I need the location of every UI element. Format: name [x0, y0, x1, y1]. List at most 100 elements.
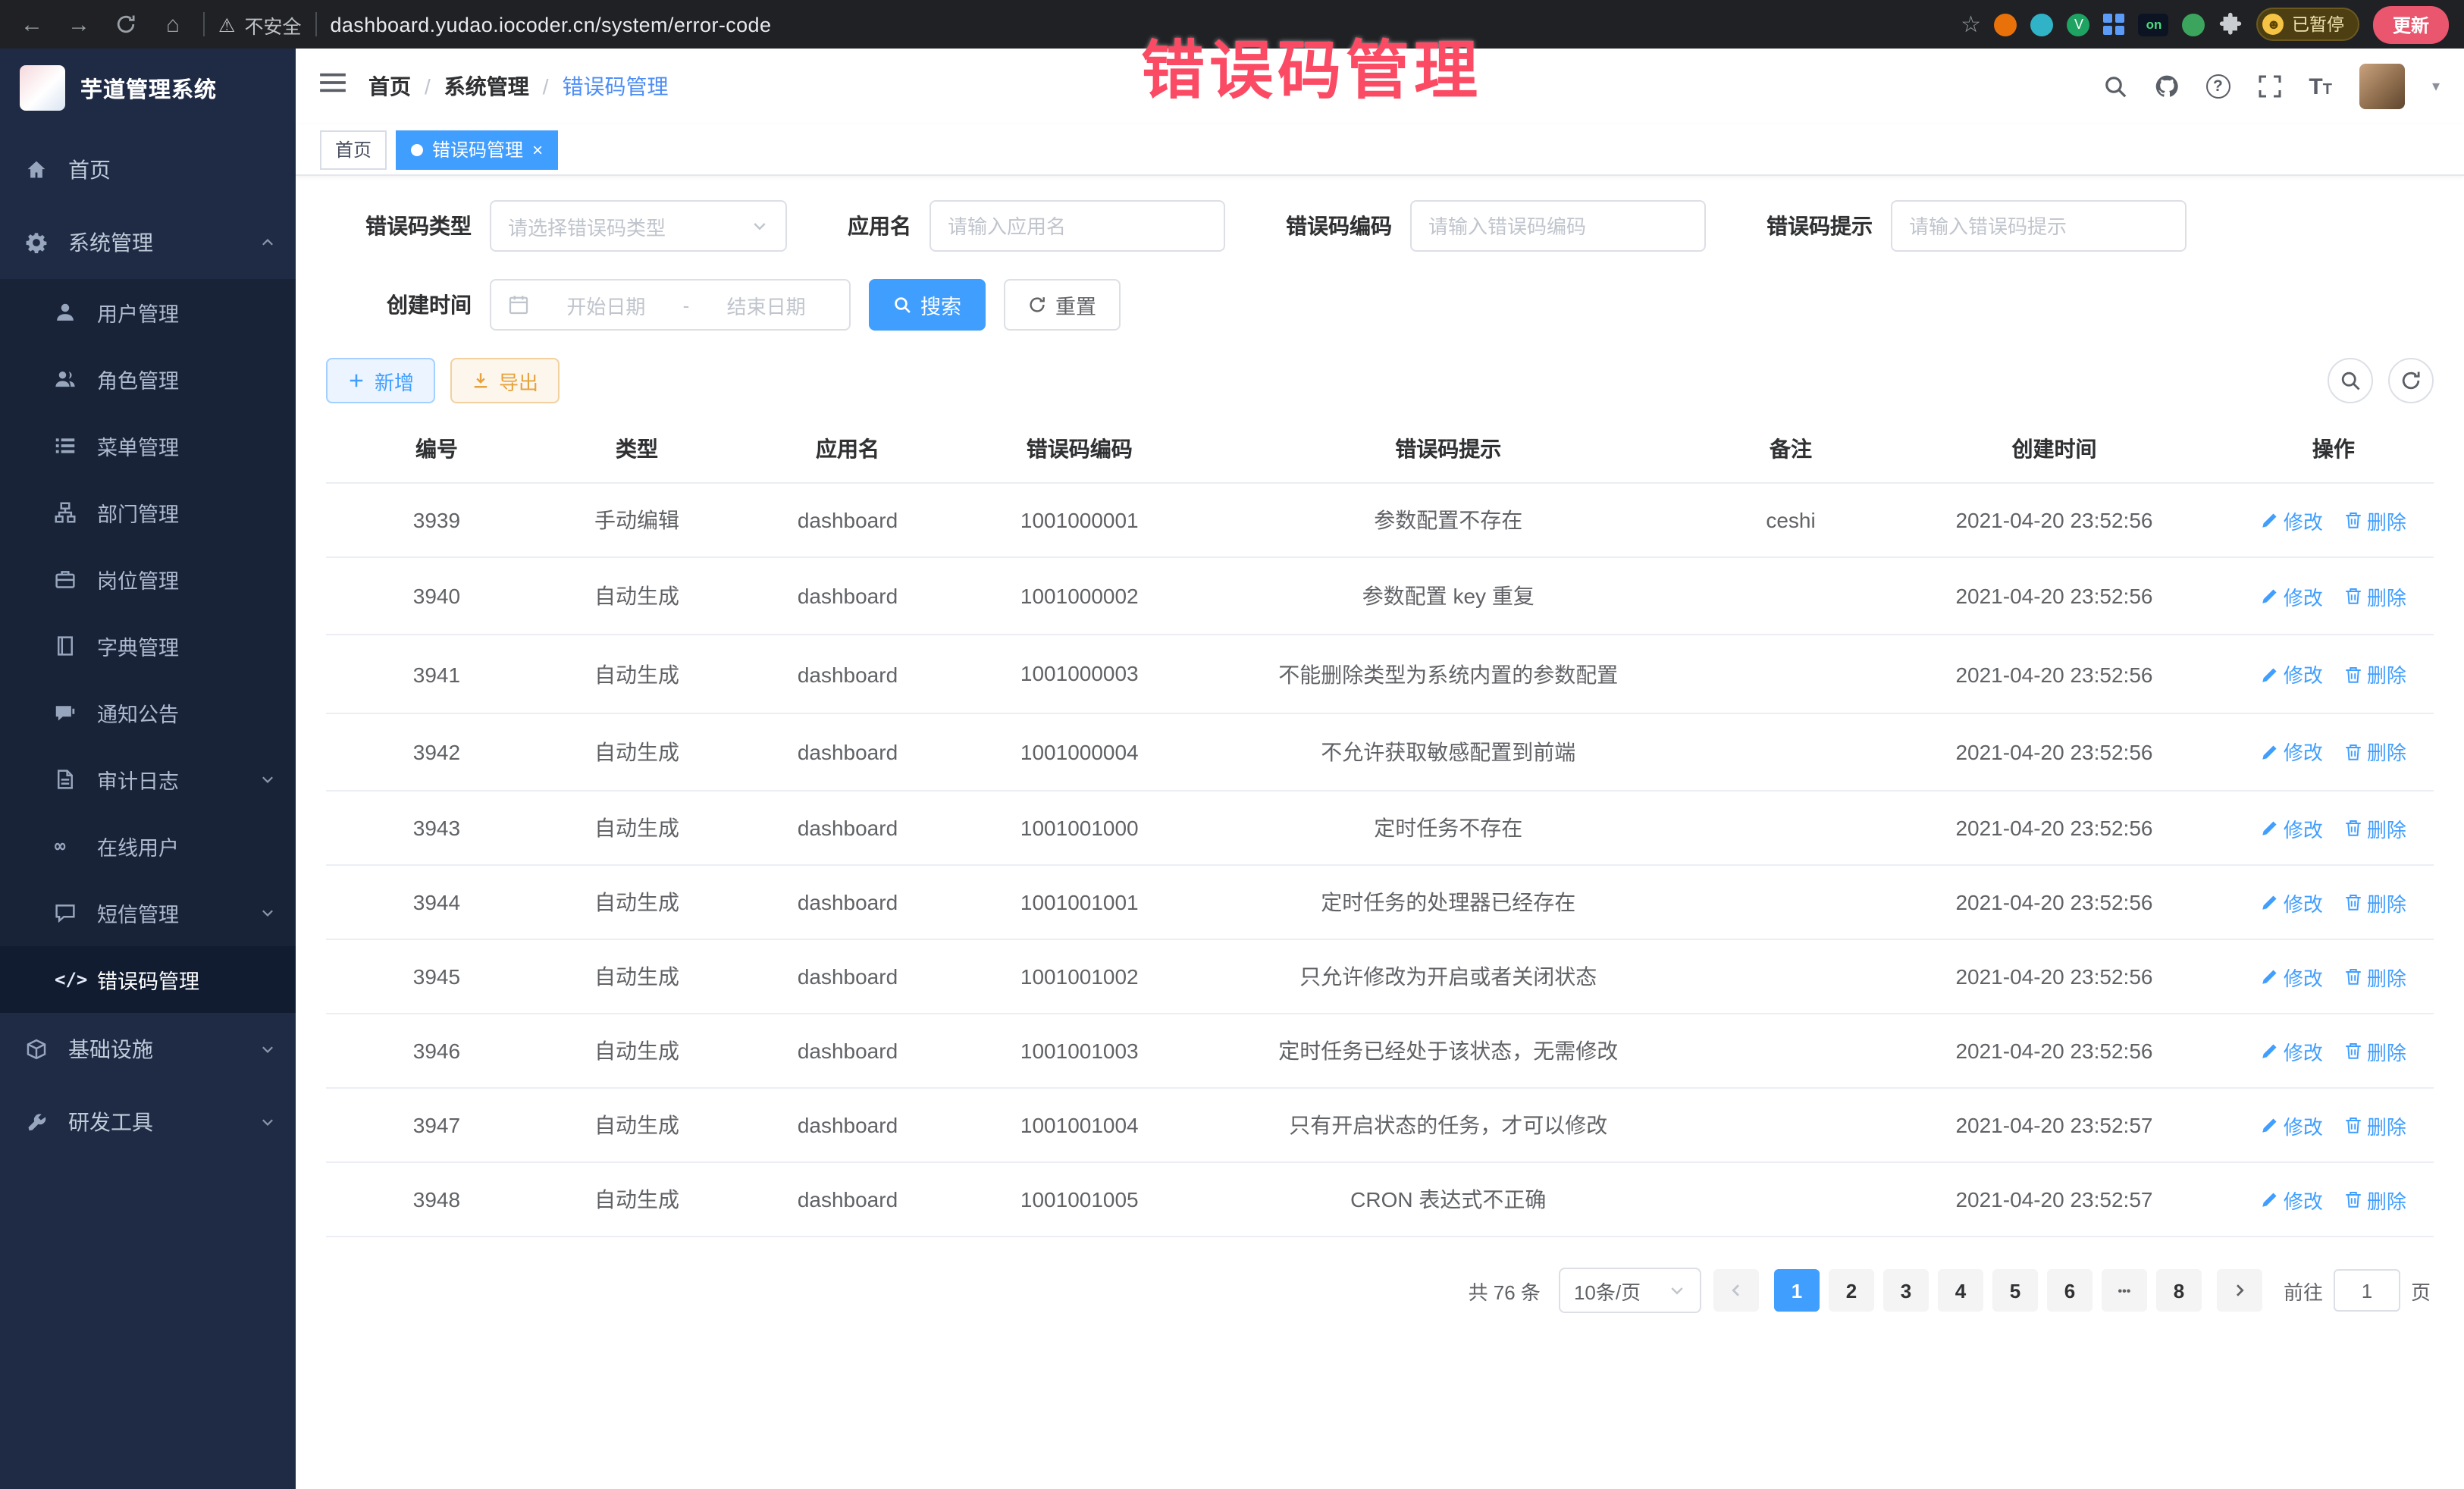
sidebar-item-chat[interactable]: 短信管理	[0, 879, 296, 946]
delete-link[interactable]: 删除	[2344, 581, 2406, 610]
edit-link[interactable]: 修改	[2261, 888, 2323, 917]
edit-link[interactable]: 修改	[2261, 1111, 2323, 1139]
pager-page-2[interactable]: 2	[1829, 1269, 1874, 1312]
delete-link[interactable]: 删除	[2344, 660, 2406, 688]
delete-link[interactable]: 删除	[2344, 738, 2406, 766]
sidebar-item-label: 用户管理	[97, 297, 179, 328]
extension-leaf-icon[interactable]	[2183, 13, 2205, 36]
extension-v-icon[interactable]: V	[2067, 13, 2090, 36]
bookmark-star-icon[interactable]: ☆	[1961, 11, 1981, 38]
edit-link[interactable]: 修改	[2261, 660, 2323, 688]
sidebar-item-infinity[interactable]: ∞在线用户	[0, 813, 296, 879]
sidebar-item-gear[interactable]: 系统管理	[0, 206, 296, 279]
edit-link[interactable]: 修改	[2261, 1036, 2323, 1065]
cell-code: 1001000004	[969, 713, 1190, 792]
reload-icon[interactable]	[109, 8, 143, 41]
cell-ops: 修改删除	[2234, 791, 2434, 865]
sidebar-item-label: 错误码管理	[97, 964, 199, 995]
edit-link[interactable]: 修改	[2261, 1185, 2323, 1214]
app-name-input[interactable]	[948, 215, 1207, 237]
security-status[interactable]: ⚠ 不安全	[218, 10, 301, 39]
page-size-select[interactable]: 10条/页	[1559, 1268, 1701, 1313]
extension-apps-grid-icon[interactable]	[2104, 14, 2125, 35]
pager-page-8[interactable]: 8	[2156, 1269, 2202, 1312]
home-icon[interactable]: ⌂	[156, 8, 190, 41]
close-tab-icon[interactable]: ×	[532, 140, 543, 158]
edit-link[interactable]: 修改	[2261, 581, 2323, 610]
sidebar-item-label: 研发工具	[68, 1107, 153, 1137]
add-button[interactable]: 新增	[326, 358, 435, 403]
delete-link[interactable]: 删除	[2344, 506, 2406, 534]
cell-id: 3942	[326, 713, 547, 792]
search-icon[interactable]	[2102, 74, 2127, 99]
sidebar-item-list[interactable]: 菜单管理	[0, 412, 296, 479]
user-avatar[interactable]	[2359, 64, 2405, 109]
extensions-puzzle-icon[interactable]	[2219, 12, 2243, 36]
delete-link[interactable]: 删除	[2344, 813, 2406, 842]
breadcrumb-home[interactable]: 首页	[368, 71, 411, 102]
error-code-input[interactable]	[1428, 215, 1688, 237]
breadcrumb-system[interactable]: 系统管理	[444, 71, 529, 102]
pager-next-icon[interactable]	[2217, 1269, 2262, 1312]
goto-page-input[interactable]	[2334, 1269, 2400, 1312]
sidebar-item-users[interactable]: 角色管理	[0, 346, 296, 412]
sidebar-item-megaphone[interactable]: 通知公告	[0, 679, 296, 746]
reset-button[interactable]: 重置	[1004, 279, 1121, 331]
logo[interactable]: 芋道管理系统	[0, 49, 296, 127]
cell-id: 3947	[326, 1088, 547, 1162]
cell-remark	[1707, 713, 1875, 792]
fullscreen-icon[interactable]	[2257, 74, 2281, 99]
error-type-select[interactable]: 请选择错误码类型	[490, 200, 787, 252]
delete-link[interactable]: 删除	[2344, 1036, 2406, 1065]
help-icon[interactable]: ?	[2205, 74, 2230, 99]
sidebar-item-badge[interactable]: 岗位管理	[0, 546, 296, 613]
delete-link[interactable]: 删除	[2344, 888, 2406, 917]
hamburger-icon[interactable]	[320, 71, 346, 102]
pager-page-1[interactable]: 1	[1774, 1269, 1820, 1312]
sidebar-item-tree[interactable]: 部门管理	[0, 479, 296, 546]
pager-ellipsis[interactable]: •••	[2102, 1269, 2147, 1312]
extension-record-icon[interactable]	[1995, 13, 2017, 36]
refresh-table-icon[interactable]	[2388, 358, 2434, 403]
delete-link[interactable]: 删除	[2344, 1185, 2406, 1214]
pager-page-3[interactable]: 3	[1883, 1269, 1929, 1312]
back-icon[interactable]: ←	[15, 8, 49, 41]
extension-vpn-icon[interactable]: on	[2139, 13, 2169, 36]
forward-icon[interactable]: →	[62, 8, 96, 41]
edit-link[interactable]: 修改	[2261, 813, 2323, 842]
tab-error-code[interactable]: 错误码管理 ×	[396, 130, 558, 169]
edit-link[interactable]: 修改	[2261, 962, 2323, 991]
export-button[interactable]: 导出	[450, 358, 560, 403]
pager-page-5[interactable]: 5	[1992, 1269, 2038, 1312]
cell-type: 自动生成	[547, 635, 726, 713]
sidebar-item-box[interactable]: 基础设施	[0, 1013, 296, 1086]
sidebar-item-code[interactable]: </>错误码管理	[0, 946, 296, 1013]
delete-link[interactable]: 删除	[2344, 962, 2406, 991]
delete-link[interactable]: 删除	[2344, 1111, 2406, 1139]
edit-link[interactable]: 修改	[2261, 738, 2323, 766]
github-icon[interactable]	[2154, 74, 2178, 99]
browser-update-button[interactable]: 更新	[2373, 5, 2449, 43]
users-icon	[55, 368, 80, 390]
font-size-icon[interactable]: TT	[2309, 75, 2332, 98]
create-time-range-picker[interactable]: 开始日期 - 结束日期	[490, 279, 851, 331]
sidebar-item-wrench[interactable]: 研发工具	[0, 1086, 296, 1158]
sidebar-item-home[interactable]: 首页	[0, 133, 296, 206]
address-bar[interactable]: dashboard.yudao.iocoder.cn/system/error-…	[330, 13, 771, 36]
pager-page-6[interactable]: 6	[2047, 1269, 2093, 1312]
start-date-placeholder: 开始日期	[540, 290, 672, 319]
pager-page-4[interactable]: 4	[1938, 1269, 1983, 1312]
error-msg-input[interactable]	[1909, 215, 2168, 237]
avatar-caret-icon[interactable]: ▾	[2432, 78, 2440, 95]
edit-link[interactable]: 修改	[2261, 506, 2323, 534]
tab-home[interactable]: 首页	[320, 130, 387, 169]
toggle-search-icon[interactable]	[2328, 358, 2373, 403]
screen: ← → ⌂ ⚠ 不安全 dashboard.yudao.iocoder.cn/s…	[0, 0, 2464, 1489]
sidebar-item-user[interactable]: 用户管理	[0, 279, 296, 346]
profile-paused-chip[interactable]: ☻ 已暂停	[2257, 8, 2359, 41]
extension-colorpicker-icon[interactable]	[2031, 13, 2054, 36]
search-button[interactable]: 搜索	[869, 279, 986, 331]
pager-prev-icon[interactable]	[1713, 1269, 1759, 1312]
sidebar-item-docedit[interactable]: 审计日志	[0, 746, 296, 813]
sidebar-item-book[interactable]: 字典管理	[0, 613, 296, 679]
